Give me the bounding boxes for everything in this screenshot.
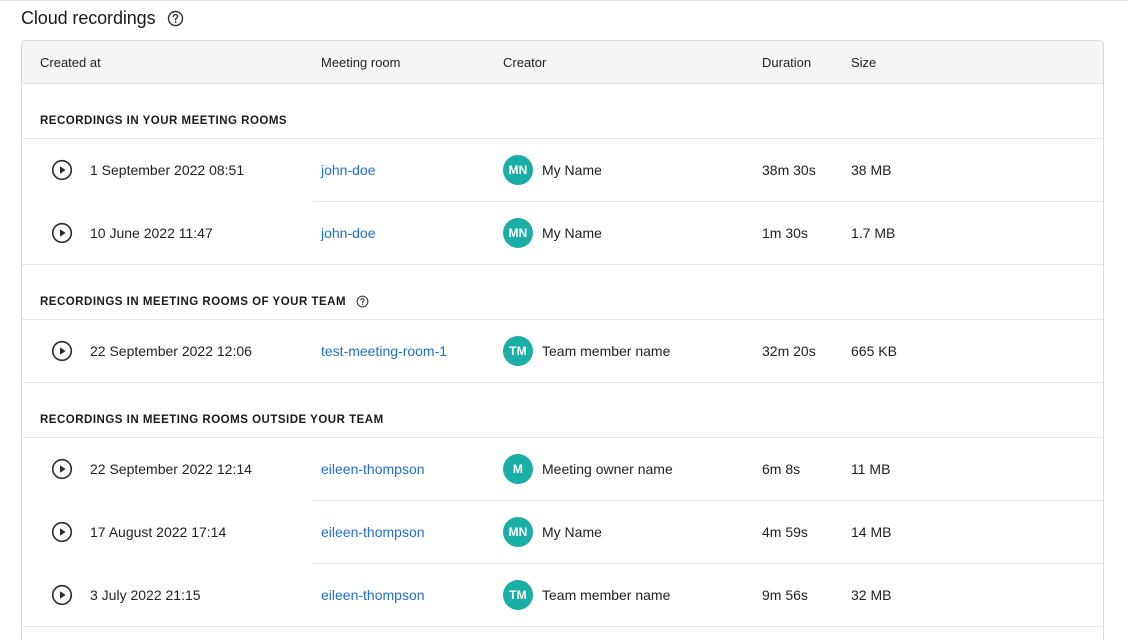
section-label: RECORDINGS IN YOUR MEETING ROOMS	[40, 115, 288, 127]
size-cell: 14 MB	[851, 524, 892, 540]
page-header: Cloud recordings	[21, 6, 184, 30]
table-row[interactable]: 1 September 2022 08:51 john-doe MN My Name 3…	[22, 139, 1103, 202]
top-divider	[0, 0, 1128, 1]
creator-name: My Name	[542, 162, 602, 178]
section-header: RECORDINGS IN YOUR MEETING ROOMS	[22, 84, 1103, 139]
creator-cell: MN My Name	[503, 218, 602, 248]
creator-name: Team member name	[542, 587, 671, 603]
question-circle-icon[interactable]	[356, 295, 369, 308]
size-cell: 665 KB	[851, 343, 897, 359]
section-header: RECORDINGS IN MEETING ROOMS OUTSIDE YOUR…	[22, 383, 1103, 438]
table-row[interactable]: 3 July 2022 21:15 eileen-thompson TM Team m…	[22, 564, 1103, 627]
play-circle-icon[interactable]	[51, 584, 73, 606]
section-label: RECORDINGS IN MEETING ROOMS OUTSIDE YOUR…	[40, 414, 384, 426]
table-row[interactable]: 17 August 2022 17:14 eileen-thompson MN My …	[22, 501, 1103, 564]
avatar: MN	[503, 155, 533, 185]
avatar: MN	[503, 218, 533, 248]
row-divider	[22, 626, 1103, 627]
column-header-created-at[interactable]: Created at	[40, 41, 101, 84]
creator-cell: TM Team member name	[503, 580, 670, 610]
created-at-cell: 22 September 2022 12:06	[90, 343, 252, 359]
created-at-cell: 10 June 2022 11:47	[90, 225, 213, 241]
created-at-cell: 22 September 2022 12:14	[90, 461, 252, 477]
column-header-meeting-room[interactable]: Meeting room	[321, 41, 400, 84]
creator-cell: MN My Name	[503, 155, 602, 185]
creator-name: Team member name	[542, 343, 671, 359]
size-cell: 11 MB	[851, 461, 891, 477]
creator-cell: M Meeting owner name	[503, 454, 673, 484]
created-at-cell: 1 September 2022 08:51	[90, 162, 245, 178]
size-cell: 32 MB	[851, 587, 892, 603]
page-title: Cloud recordings	[21, 7, 156, 28]
duration-cell: 1m 30s	[762, 225, 808, 241]
meeting-room-link[interactable]: test-meeting-room-1	[321, 320, 447, 383]
question-circle-icon[interactable]	[167, 10, 184, 27]
creator-name: My Name	[542, 524, 602, 540]
meeting-room-link[interactable]: eileen-thompson	[321, 501, 425, 564]
meeting-room-link[interactable]: john-doe	[321, 202, 376, 265]
table-header: Created at Meeting room Creator Duration…	[22, 41, 1103, 84]
column-header-size[interactable]: Size	[851, 41, 876, 84]
avatar: TM	[503, 580, 533, 610]
creator-name: Meeting owner name	[542, 461, 673, 477]
play-circle-icon[interactable]	[51, 159, 73, 181]
duration-cell: 32m 20s	[762, 343, 816, 359]
play-circle-icon[interactable]	[51, 521, 73, 543]
size-cell: 1.7 MB	[851, 225, 896, 241]
created-at-cell: 17 August 2022 17:14	[90, 524, 227, 540]
creator-cell: MN My Name	[503, 517, 602, 547]
avatar: TM	[503, 336, 533, 366]
table-row[interactable]: 10 June 2022 11:47 john-doe MN My Name 1m 30…	[22, 202, 1103, 265]
avatar: MN	[503, 517, 533, 547]
meeting-room-link[interactable]: john-doe	[321, 139, 376, 202]
duration-cell: 6m 8s	[762, 461, 801, 477]
meeting-room-link[interactable]: eileen-thompson	[321, 438, 425, 501]
table-row[interactable]: 22 September 2022 12:14 eileen-thompson M M…	[22, 438, 1103, 501]
play-circle-icon[interactable]	[51, 222, 73, 244]
avatar: M	[503, 454, 533, 484]
duration-cell: 38m 30s	[762, 162, 816, 178]
creator-cell: TM Team member name	[503, 336, 670, 366]
section-header: RECORDINGS IN MEETING ROOMS OF YOUR TEAM	[22, 265, 1103, 320]
recordings-table: Created at Meeting room Creator Duration…	[21, 40, 1104, 640]
play-circle-icon[interactable]	[51, 458, 73, 480]
play-circle-icon[interactable]	[51, 340, 73, 362]
column-header-creator[interactable]: Creator	[503, 41, 546, 84]
size-cell: 38 MB	[851, 162, 892, 178]
column-header-duration[interactable]: Duration	[762, 41, 811, 84]
creator-name: My Name	[542, 225, 602, 241]
duration-cell: 9m 56s	[762, 587, 808, 603]
meeting-room-link[interactable]: eileen-thompson	[321, 564, 425, 627]
created-at-cell: 3 July 2022 21:15	[90, 587, 201, 603]
section-label: RECORDINGS IN MEETING ROOMS OF YOUR TEAM	[40, 295, 347, 308]
duration-cell: 4m 59s	[762, 524, 808, 540]
table-row[interactable]: 22 September 2022 12:06 test-meeting-room…	[22, 320, 1103, 383]
